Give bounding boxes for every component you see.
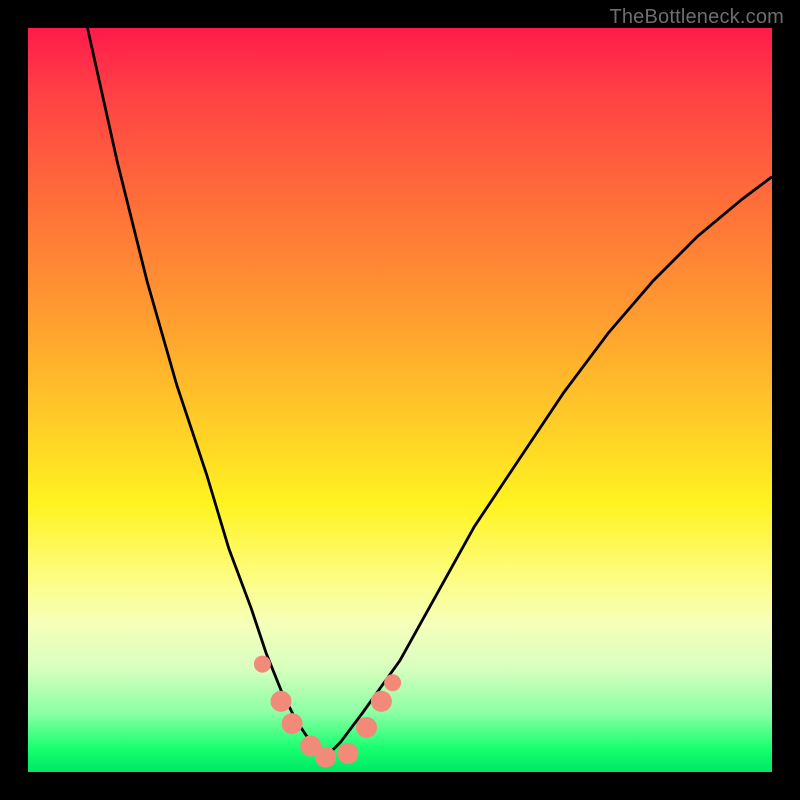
chart-marker (316, 747, 336, 767)
chart-marker (282, 714, 302, 734)
chart-marker (271, 691, 291, 711)
chart-svg (28, 28, 772, 772)
chart-marker (371, 691, 391, 711)
chart-plot-area (28, 28, 772, 772)
chart-markers (254, 656, 400, 767)
chart-marker (385, 675, 401, 691)
watermark-text: TheBottleneck.com (609, 6, 784, 29)
chart-marker (254, 656, 270, 672)
chart-curve (88, 28, 773, 757)
chart-marker (338, 743, 358, 763)
chart-marker (357, 717, 377, 737)
